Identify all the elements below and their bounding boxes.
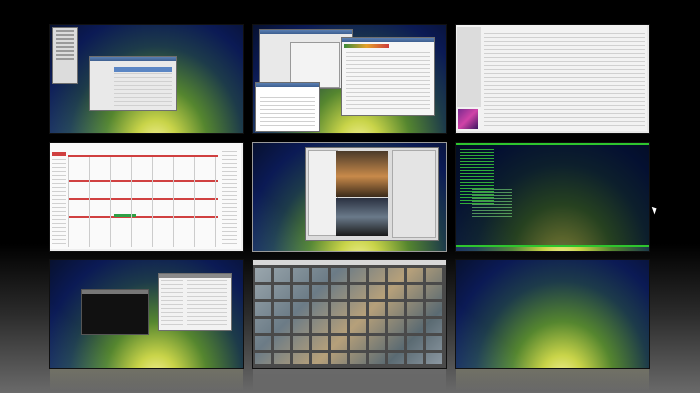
- file-dialog-window[interactable]: [89, 56, 177, 111]
- terminal-dark-window[interactable]: [81, 289, 149, 335]
- workspace-3[interactable]: [456, 25, 649, 133]
- window-titlebar[interactable]: [90, 57, 176, 61]
- month-grid[interactable]: [68, 157, 218, 247]
- workspace-8-reflection: [253, 369, 446, 391]
- file-manager-window[interactable]: [158, 273, 232, 331]
- image-viewer-window[interactable]: [305, 147, 439, 241]
- workspace-1[interactable]: [50, 25, 243, 133]
- workspace-8[interactable]: [253, 260, 446, 368]
- workspace-7-reflection: [50, 369, 243, 391]
- folder-tree[interactable]: [161, 280, 183, 326]
- window-titlebar[interactable]: [256, 83, 319, 87]
- calendar-list[interactable]: [222, 151, 237, 245]
- spreadsheet-window[interactable]: [341, 37, 435, 116]
- selected-row: [114, 67, 172, 72]
- file-list: [114, 73, 172, 106]
- wallpaper: [456, 260, 649, 368]
- music-library-window[interactable]: [456, 25, 647, 131]
- workspace-6[interactable]: [456, 143, 649, 251]
- photo-sunset[interactable]: [336, 151, 388, 197]
- image-sidebar[interactable]: [308, 150, 338, 236]
- workspace-9-reflection: [456, 369, 649, 391]
- workspace-9[interactable]: [456, 260, 649, 368]
- library-sidebar[interactable]: [457, 27, 481, 107]
- window-titlebar[interactable]: [342, 38, 434, 42]
- settings-window[interactable]: [259, 29, 353, 89]
- window-titlebar[interactable]: [82, 290, 148, 294]
- workspace-5[interactable]: [253, 143, 446, 251]
- today-button[interactable]: [52, 152, 66, 156]
- album-art: [458, 109, 478, 129]
- arrow-pointer-icon: [651, 205, 659, 215]
- photo-skyline[interactable]: [336, 198, 388, 236]
- editor-window[interactable]: [255, 82, 320, 132]
- track-list[interactable]: [484, 33, 645, 127]
- terminal-bottom-border: [456, 245, 649, 247]
- file-list[interactable]: [187, 280, 227, 326]
- window-titlebar[interactable]: [159, 274, 231, 278]
- window-titlebar[interactable]: [260, 30, 352, 34]
- data-grid: [346, 52, 430, 111]
- terminal-window[interactable]: [456, 145, 649, 245]
- workspace-2[interactable]: [253, 25, 446, 133]
- mini-calendar[interactable]: [52, 159, 66, 245]
- calendar-window[interactable]: [50, 143, 241, 249]
- workspace-4[interactable]: [50, 143, 243, 251]
- photo-thumbnail-grid[interactable]: [255, 268, 444, 364]
- side-menu-window[interactable]: [52, 27, 78, 84]
- workspace-7[interactable]: [50, 260, 243, 368]
- photo-manager-toolbar[interactable]: [253, 260, 446, 265]
- text-area: [260, 97, 315, 127]
- toolbar-icons[interactable]: [344, 44, 389, 48]
- image-panel[interactable]: [392, 150, 436, 238]
- terminal-output-block: [472, 189, 512, 219]
